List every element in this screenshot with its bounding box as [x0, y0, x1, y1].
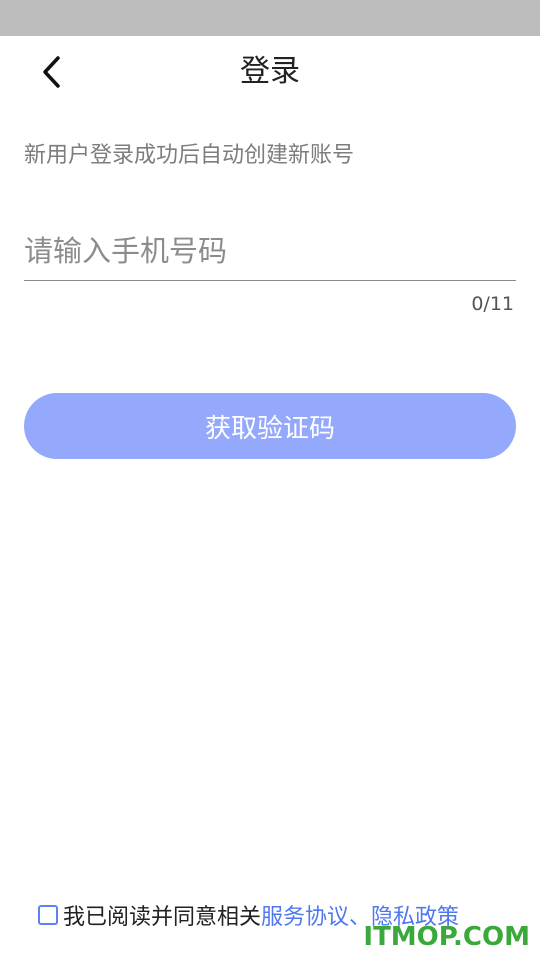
- header: 登录: [0, 36, 540, 108]
- agreement-text: 我已阅读并同意相关: [63, 905, 262, 930]
- phone-length-counter: 0/11: [471, 293, 514, 315]
- watermark-logo: ITMOP.COM: [363, 922, 530, 952]
- agreement-checkbox[interactable]: [38, 905, 58, 925]
- phone-input[interactable]: [24, 222, 516, 281]
- get-code-button[interactable]: 获取验证码: [24, 393, 516, 459]
- page-title: 登录: [240, 54, 300, 89]
- new-user-hint: 新用户登录成功后自动创建新账号: [24, 143, 355, 168]
- status-bar: [0, 0, 540, 36]
- service-agreement-link[interactable]: 服务协议: [261, 899, 349, 931]
